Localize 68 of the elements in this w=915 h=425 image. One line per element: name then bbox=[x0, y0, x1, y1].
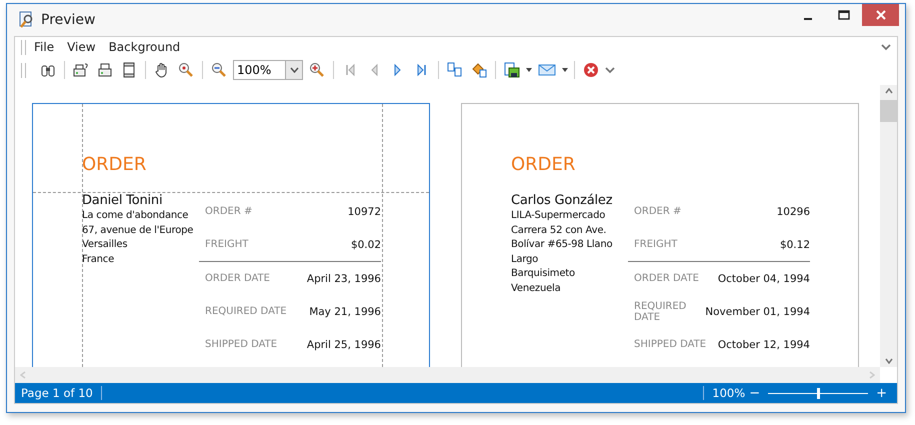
field-value: April 25, 1996 bbox=[306, 338, 381, 350]
field-label: FREIGHT bbox=[634, 239, 678, 250]
field-label: ORDER DATE bbox=[205, 273, 270, 284]
field-value: October 04, 1994 bbox=[718, 272, 810, 284]
report-page[interactable]: ORDER Daniel Tonini La come d'abondance 67, avenue de l'Europe Versailles France ORDER # 10972 FREIGHT $0.02 ORDER DATE April 23, 1996 REQUIRED DATE May 21, 1996 SHIPPED DATE April 25, 1996 bbox=[32, 103, 430, 367]
field-value: $0.02 bbox=[350, 238, 381, 250]
address-line: La come d'abondance bbox=[82, 209, 190, 223]
address-line: Barquisimeto bbox=[511, 267, 576, 281]
menu-item[interactable]: View bbox=[67, 40, 96, 54]
field-value: 10296 bbox=[776, 206, 810, 218]
slider-thumb[interactable] bbox=[817, 388, 820, 398]
address-line: Venezuela bbox=[511, 282, 562, 296]
field-label: FREIGHT bbox=[205, 239, 248, 250]
multiple-pages-icon[interactable] bbox=[447, 62, 463, 78]
zoom-icon[interactable] bbox=[178, 62, 194, 78]
close-icon[interactable] bbox=[583, 62, 599, 78]
field-label: SHIPPED DATE bbox=[205, 339, 278, 350]
customer-name: Carlos González bbox=[511, 193, 614, 209]
scroll-down-icon[interactable] bbox=[884, 358, 892, 364]
field-label: ORDER # bbox=[634, 206, 682, 217]
envelope-icon[interactable] bbox=[538, 62, 556, 78]
paint-bucket-icon[interactable] bbox=[471, 62, 487, 78]
zoom-in-icon[interactable] bbox=[309, 62, 325, 78]
page-setup-icon[interactable] bbox=[121, 62, 137, 78]
printer-icon[interactable] bbox=[97, 62, 113, 78]
scroll-up-icon[interactable] bbox=[884, 88, 892, 94]
field-value: October 12, 1994 bbox=[718, 338, 810, 350]
customer-name: Daniel Tonini bbox=[82, 193, 164, 209]
chevron-down-icon[interactable] bbox=[881, 43, 891, 51]
address-line: 67, avenue de l'Europe bbox=[82, 224, 194, 238]
field-label: REQUIRED DATE bbox=[634, 300, 688, 322]
zoom-out-button[interactable]: − bbox=[745, 386, 764, 400]
maximize-icon bbox=[838, 10, 850, 20]
vertical-scrollbar[interactable] bbox=[880, 85, 897, 367]
caret-icon[interactable] bbox=[562, 68, 568, 72]
field-label: SHIPPED DATE bbox=[634, 339, 706, 350]
printer-icon[interactable] bbox=[73, 62, 89, 78]
field-label: ORDER DATE bbox=[634, 273, 699, 284]
report-page[interactable] bbox=[461, 103, 859, 367]
window-title: Preview bbox=[41, 12, 96, 28]
field-value: 10972 bbox=[348, 206, 381, 218]
zoom-out-icon[interactable] bbox=[211, 62, 227, 78]
address-line: France bbox=[82, 252, 116, 266]
close-icon bbox=[874, 9, 886, 21]
address-line: Carrera 52 con Ave. Bolívar #65-98 Llano Largo bbox=[511, 224, 614, 266]
zoom-combo-box[interactable]: 100% bbox=[233, 60, 303, 80]
zoom-level: 100% bbox=[712, 386, 746, 400]
caret-icon[interactable] bbox=[526, 68, 532, 72]
field-value: May 21, 1996 bbox=[309, 306, 381, 318]
field-label: ORDER # bbox=[205, 206, 252, 217]
field-value: April 23, 1996 bbox=[306, 272, 381, 284]
menu-item[interactable]: File bbox=[34, 40, 54, 54]
scrollbar-thumb[interactable] bbox=[880, 100, 897, 122]
order-heading: ORDER bbox=[511, 154, 576, 177]
order-heading: ORDER bbox=[82, 154, 148, 177]
save-icon[interactable] bbox=[504, 62, 520, 78]
close-button[interactable] bbox=[862, 4, 899, 26]
field-label: REQUIRED DATE bbox=[205, 306, 287, 317]
chevron-down-icon[interactable] bbox=[605, 66, 615, 74]
address-line: LILA-Supermercado bbox=[511, 209, 606, 223]
zoom-in-button[interactable]: + bbox=[872, 386, 891, 400]
chevron-down-icon bbox=[290, 67, 298, 73]
field-value: $0.12 bbox=[780, 238, 810, 250]
address-line: Versailles bbox=[82, 238, 128, 252]
menu-item[interactable]: Background bbox=[108, 40, 180, 54]
minimize-icon bbox=[804, 18, 812, 20]
page-counter: Page 1 of 10 bbox=[21, 386, 93, 400]
field-value: November 01, 1994 bbox=[705, 306, 810, 318]
